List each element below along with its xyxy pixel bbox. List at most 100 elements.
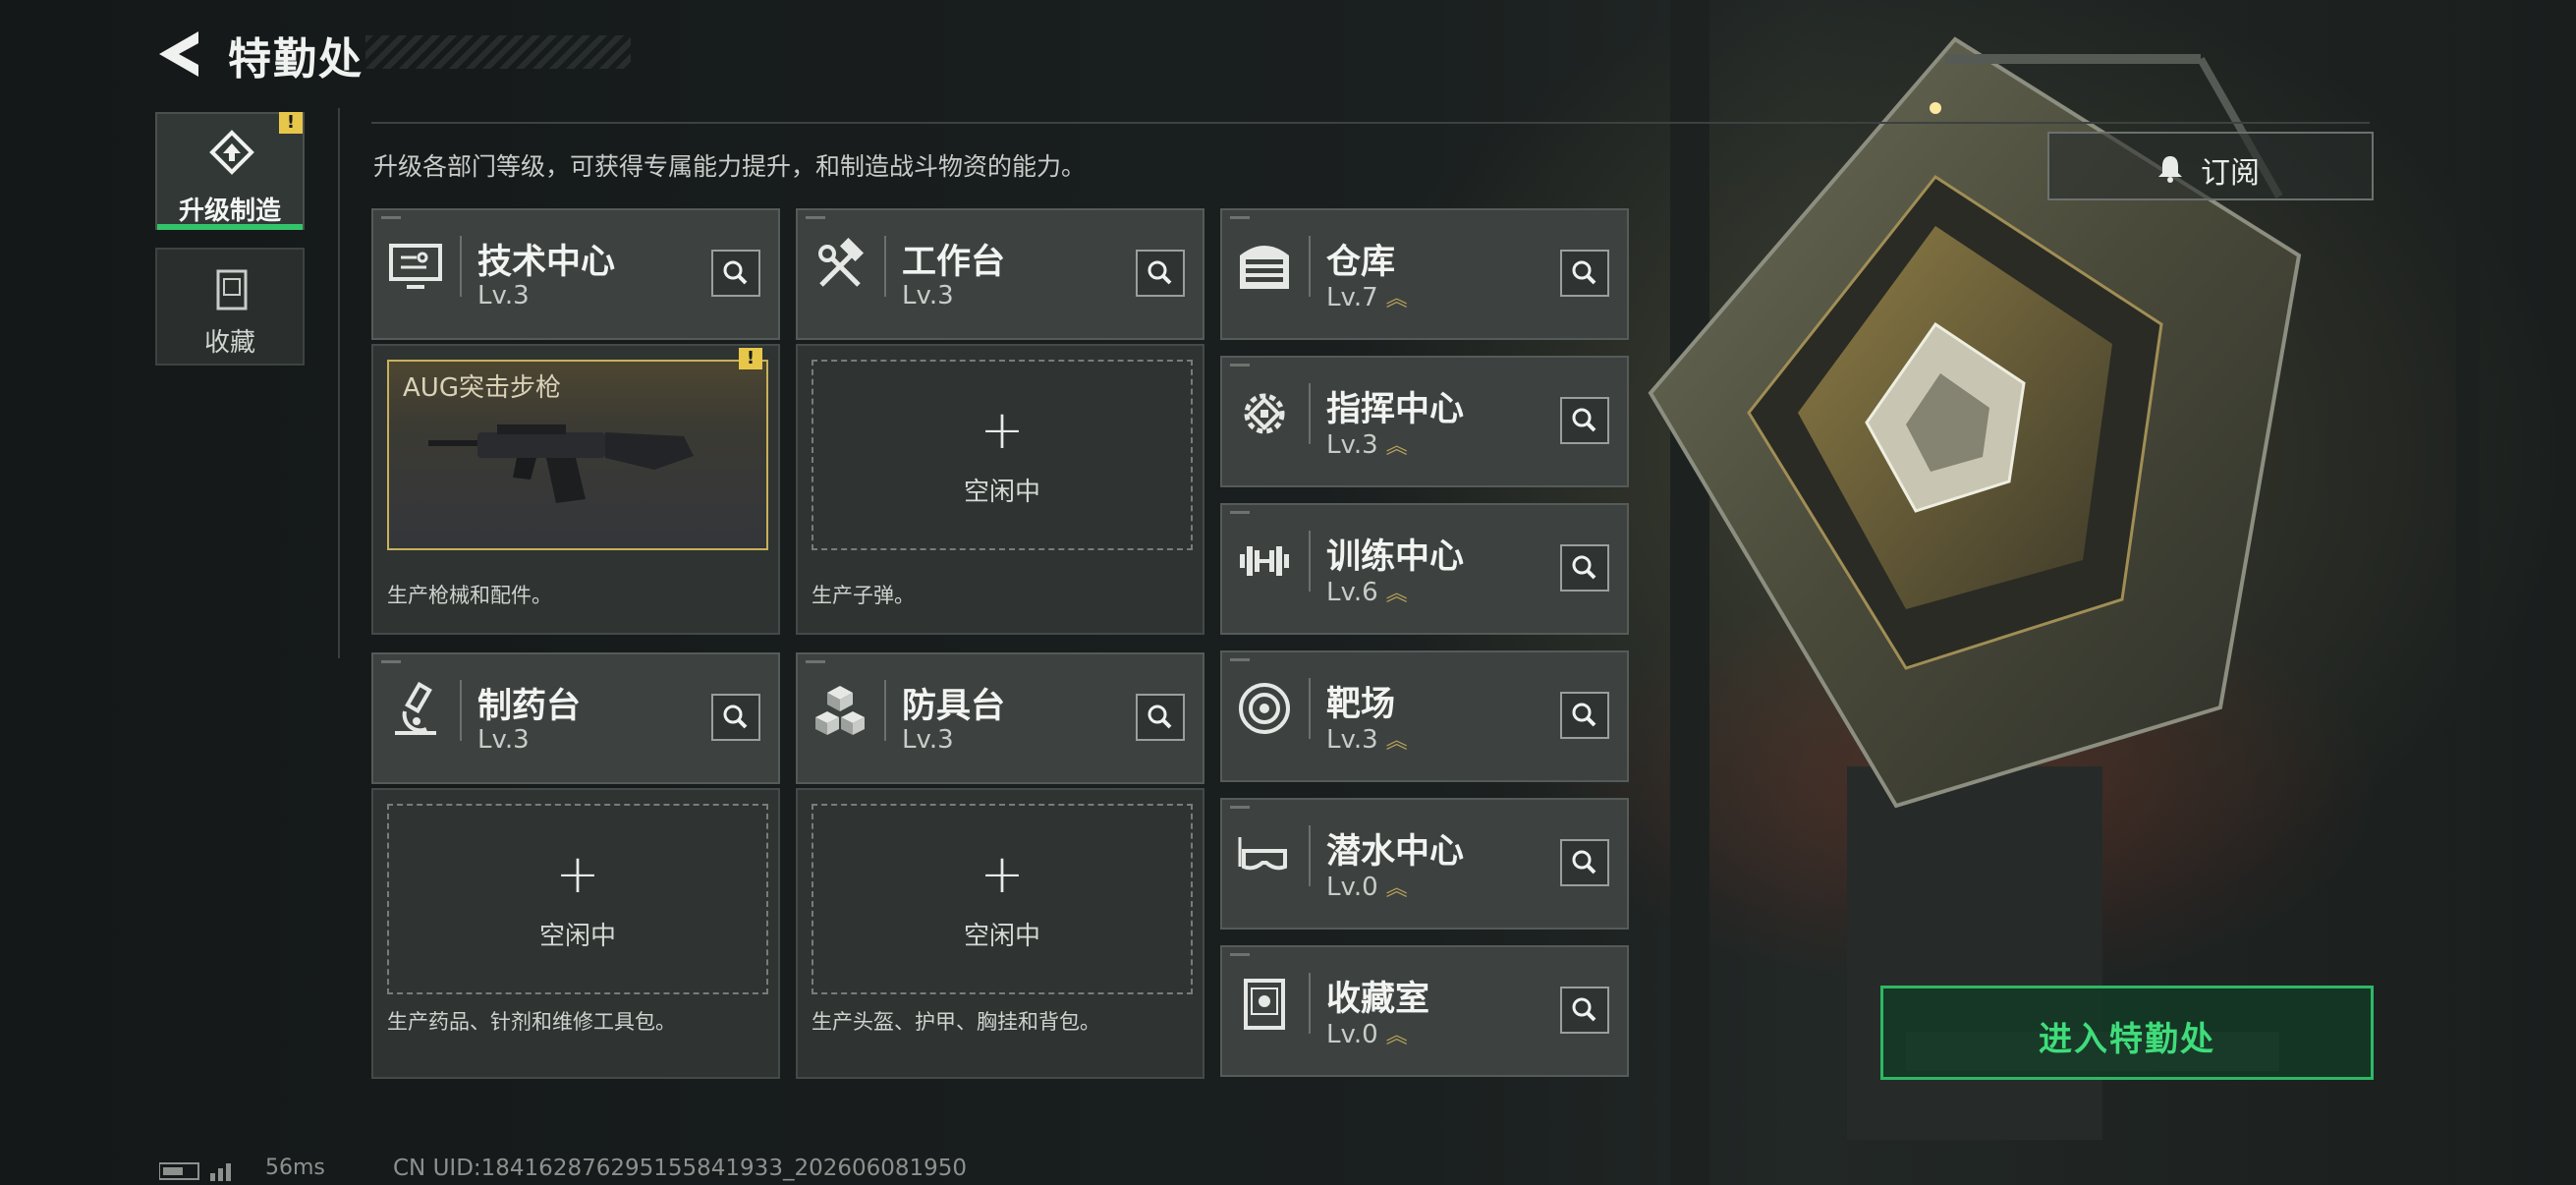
card-tag: [381, 216, 401, 219]
search-icon: [1572, 260, 1596, 285]
department-card-training-center[interactable]: 训练中心 Lv.6 ︽: [1220, 503, 1629, 635]
monitor-icon: [389, 244, 442, 289]
alert-badge: !: [739, 348, 762, 369]
department-level-row: Lv.3 ︽: [1326, 723, 1408, 755]
search-icon: [1572, 408, 1596, 432]
enter-safehouse-button[interactable]: 进入特勤处: [1880, 986, 2374, 1080]
department-name: 技术中心: [477, 243, 616, 282]
department-level: Lv.3: [902, 725, 954, 755]
production-slot-empty[interactable]: + 空闲中: [812, 804, 1193, 994]
department-level: Lv.3: [1326, 430, 1378, 460]
plus-icon: +: [980, 843, 1025, 905]
department-name: 制药台: [477, 687, 582, 726]
department-level-row: Lv.0 ︽: [1326, 871, 1408, 902]
search-button[interactable]: [1136, 250, 1185, 297]
department-level: Lv.0: [1326, 873, 1378, 902]
search-button[interactable]: [1560, 987, 1609, 1034]
department-level-row: Lv.3 ︽: [1326, 428, 1408, 460]
divider: [1309, 383, 1311, 444]
uid-text: CN UID:18416287629515584193​3_2026060819…: [393, 1156, 968, 1181]
tab-label: 收藏: [203, 328, 255, 358]
department-level: Lv.3: [1326, 725, 1378, 755]
search-icon: [723, 705, 748, 729]
production-panel: + 空闲中 生产药品、针剂和维修工具包。: [371, 788, 780, 1079]
divider: [1309, 531, 1311, 592]
department-level-row: Lv.6 ︽: [1326, 576, 1408, 607]
upgrade-chevron-icon: ︽: [1385, 582, 1408, 606]
dumbbell-icon: [1240, 546, 1289, 576]
department-level-row: Lv.7 ︽: [1326, 281, 1408, 312]
upgrade-chevron-icon: ︽: [1385, 729, 1408, 754]
divider: [371, 122, 2370, 124]
department-name: 仓库: [1326, 243, 1396, 282]
department-level: Lv.0: [1326, 1020, 1378, 1049]
upgrade-chevron-icon: ︽: [1385, 434, 1408, 459]
card-tag: [806, 216, 825, 219]
search-button[interactable]: [1560, 692, 1609, 739]
department-card-armor-bench[interactable]: 防具台 Lv.3: [796, 652, 1204, 784]
search-icon: [1572, 703, 1596, 727]
hammer-wrench-icon: [818, 238, 865, 287]
department-level: Lv.3: [902, 281, 954, 310]
department-card-shooting-range[interactable]: 靶场 Lv.3 ︽: [1220, 650, 1629, 782]
search-icon: [723, 260, 748, 285]
department-card-pharmacy[interactable]: 制药台 Lv.3: [371, 652, 780, 784]
card-tag: [1230, 953, 1250, 956]
card-tag: [806, 660, 825, 663]
divider: [338, 108, 340, 658]
production-slot-empty[interactable]: + 空闲中: [812, 360, 1193, 550]
department-name: 指挥中心: [1326, 390, 1465, 429]
divider: [884, 680, 886, 741]
idle-status: 空闲中: [538, 922, 616, 951]
search-icon: [1148, 705, 1172, 729]
search-icon: [1148, 260, 1172, 285]
back-arrow-icon[interactable]: [155, 29, 200, 79]
search-button[interactable]: [711, 250, 760, 297]
upgrade-chevron-icon: ︽: [1385, 876, 1408, 901]
department-name: 靶场: [1326, 685, 1396, 724]
tab-collection[interactable]: 收藏: [155, 248, 305, 366]
subscribe-button[interactable]: 订阅: [2047, 132, 2374, 200]
cubes-icon: [815, 686, 865, 735]
search-button[interactable]: [1560, 839, 1609, 886]
microscope-icon: [395, 682, 436, 735]
upgrade-arrow-icon: [209, 130, 254, 175]
department-name: 防具台: [902, 687, 1006, 726]
divider: [460, 680, 462, 741]
battery-signal-icon: [159, 1162, 231, 1181]
idle-status: 空闲中: [963, 922, 1040, 951]
active-tab-indicator: [157, 224, 303, 230]
search-button[interactable]: [711, 694, 760, 741]
department-card-tech-center[interactable]: 技术中心 Lv.3: [371, 208, 780, 340]
rifle-image: [428, 424, 694, 503]
production-slot-filled[interactable]: AUG突击步枪: [387, 360, 768, 550]
title-decoration: [365, 35, 631, 69]
card-tag: [1230, 806, 1250, 809]
production-panel: + 空闲中 生产头盔、护甲、胸挂和背包。: [796, 788, 1204, 1079]
divider: [1309, 236, 1311, 297]
department-name: 收藏室: [1326, 980, 1430, 1019]
card-tag: [1230, 511, 1250, 514]
search-button[interactable]: [1560, 250, 1609, 297]
garage-icon: [1240, 246, 1289, 289]
search-button[interactable]: [1136, 694, 1185, 741]
production-slot-empty[interactable]: + 空闲中: [387, 804, 768, 994]
department-card-warehouse[interactable]: 仓库 Lv.7 ︽: [1220, 208, 1629, 340]
chip-icon: [1244, 393, 1285, 434]
alert-badge: !: [279, 112, 303, 134]
department-card-diving-center[interactable]: 潜水中心 Lv.0 ︽: [1220, 798, 1629, 930]
production-panel: + 空闲中 生产子弹。: [796, 344, 1204, 635]
department-card-collection-room[interactable]: 收藏室 Lv.0 ︽: [1220, 945, 1629, 1077]
department-card-command-center[interactable]: 指挥中心 Lv.3 ︽: [1220, 356, 1629, 487]
plus-icon: +: [555, 843, 600, 905]
card-tag: [381, 660, 401, 663]
department-card-workbench[interactable]: 工作台 Lv.3: [796, 208, 1204, 340]
department-name: 潜水中心: [1326, 832, 1465, 872]
subscribe-label: 订阅: [2201, 156, 2260, 191]
search-button[interactable]: [1560, 544, 1609, 592]
search-button[interactable]: [1560, 397, 1609, 444]
enter-label: 进入特勤处: [2039, 1020, 2215, 1059]
department-level: Lv.7: [1326, 283, 1378, 312]
department-name: 工作台: [902, 243, 1006, 282]
search-icon: [1572, 850, 1596, 875]
